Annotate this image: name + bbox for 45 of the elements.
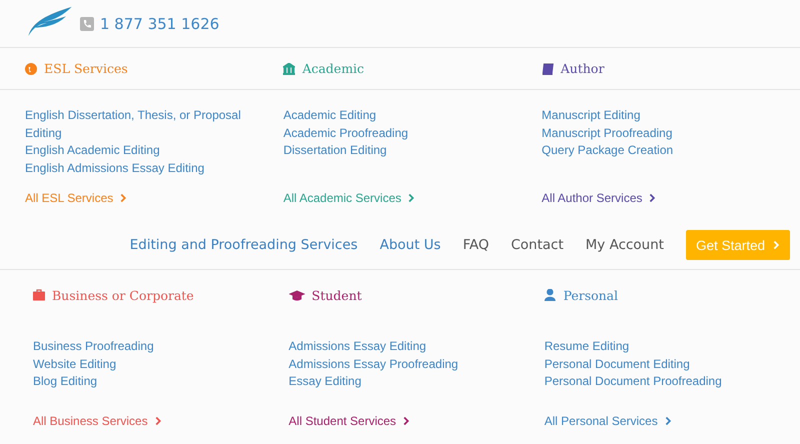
chevron-icon (649, 193, 656, 203)
all-services-link[interactable]: All ESL Services (25, 191, 128, 205)
service-link[interactable]: Personal Document Editing (544, 356, 774, 373)
service-link[interactable]: Essay Editing (288, 373, 519, 390)
service-link[interactable]: English Academic Editing (25, 142, 255, 160)
feather-logo[interactable] (26, 4, 74, 36)
nav-link[interactable]: Editing and Proofreading Services (130, 237, 358, 253)
service-link[interactable]: Website Editing (33, 356, 263, 373)
service-link[interactable]: Manuscript Editing (542, 107, 772, 124)
chevron-icon (664, 416, 672, 426)
phone-icon (80, 16, 94, 30)
service-link[interactable]: Admissions Essay Editing (288, 338, 519, 356)
all-services-link[interactable]: All Personal Services (544, 414, 672, 428)
chevron-icon (120, 193, 128, 203)
chevron-icon (403, 416, 410, 426)
all-services-link[interactable]: All Business Services (33, 414, 162, 428)
service-link[interactable]: Academic Proofreading (283, 124, 514, 142)
nav-link[interactable]: About Us (380, 237, 441, 253)
service-link[interactable]: Admissions Essay Proofreading (288, 356, 519, 373)
service-link[interactable]: Business Proofreading (33, 338, 263, 356)
service-link[interactable]: Blog Editing (33, 373, 263, 390)
chevron-icon (408, 193, 416, 203)
service-link[interactable]: Query Package Creation (542, 142, 772, 160)
service-link[interactable]: Dissertation Editing (283, 142, 514, 160)
category-title[interactable]: Personal (563, 288, 618, 302)
service-link[interactable]: Academic Editing (283, 107, 514, 124)
category-title[interactable]: Business or Corporate (52, 288, 194, 302)
all-services-link[interactable]: All Author Services (542, 191, 656, 205)
service-link[interactable]: English Admissions Essay Editing (25, 160, 255, 177)
nav-link[interactable]: My Account (586, 237, 664, 253)
all-services-link[interactable]: All Academic Services (283, 191, 416, 205)
all-services-link[interactable]: All Student Services (288, 414, 410, 428)
service-link[interactable]: Resume Editing (544, 338, 774, 356)
category-title[interactable]: ESL Services (44, 61, 128, 76)
service-link[interactable]: Manuscript Proofreading (542, 124, 772, 142)
service-link[interactable]: Personal Document Proofreading (544, 373, 774, 390)
chevron-icon (154, 416, 162, 426)
service-link[interactable]: English Dissertation, Thesis, or Proposal Editing (25, 107, 255, 142)
nav-link[interactable]: Contact (510, 237, 564, 253)
chevron-icon (773, 240, 780, 250)
category-title[interactable]: Author (560, 61, 604, 76)
nav-link[interactable]: FAQ (462, 237, 489, 253)
category-title[interactable]: Student (312, 288, 362, 302)
phone-number[interactable]: 1 877 351 1626 (100, 14, 220, 32)
category-title[interactable]: Academic (302, 61, 364, 76)
